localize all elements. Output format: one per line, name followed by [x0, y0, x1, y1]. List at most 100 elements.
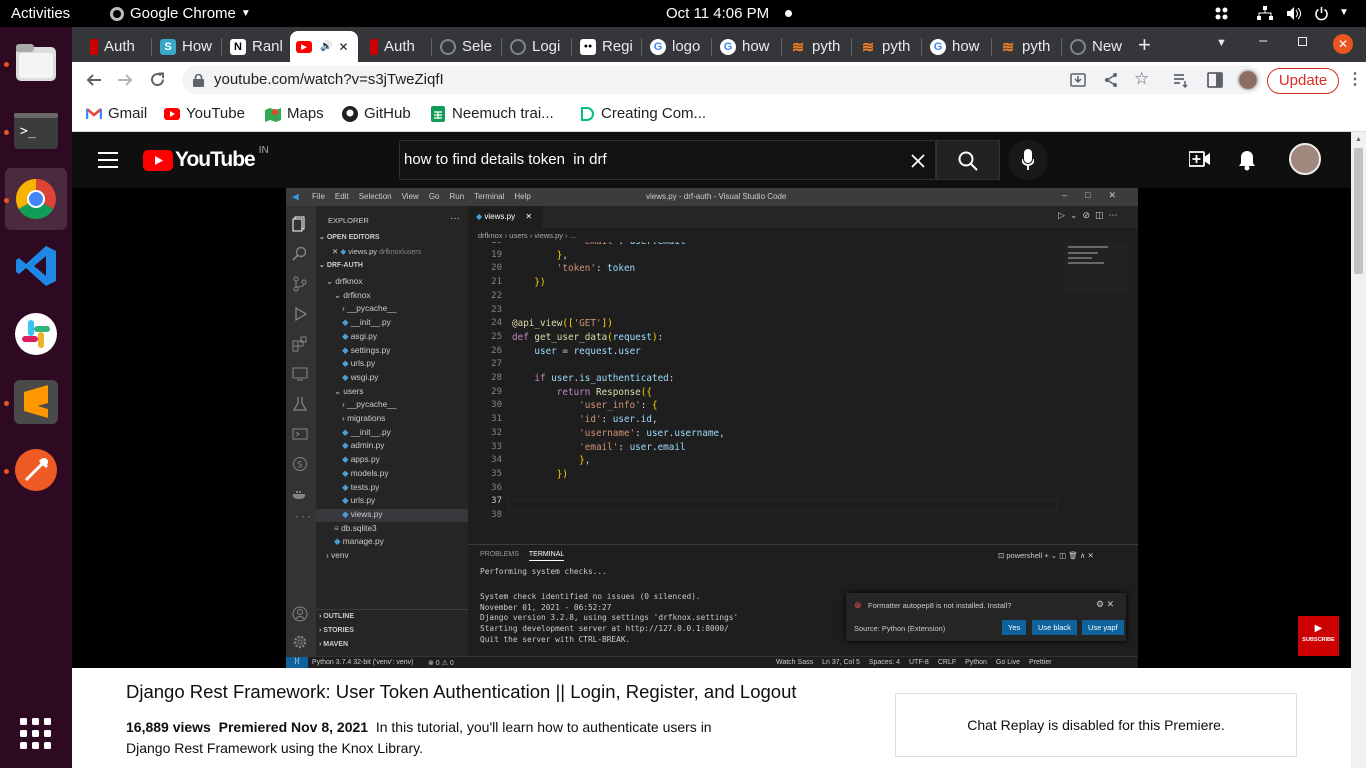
dock-vscode[interactable]	[5, 235, 67, 297]
error-icon: ⊗	[854, 600, 862, 610]
app-menu[interactable]: Google Chrome ▼	[110, 5, 251, 22]
stories-header: › STORIES	[319, 627, 354, 634]
voice-search-button[interactable]	[1008, 140, 1048, 180]
tab-14[interactable]: New	[1064, 31, 1126, 62]
tab-9[interactable]: Ghow	[714, 31, 776, 62]
tab-3[interactable]: ▶ 🔊 ✕	[290, 31, 358, 62]
back-icon[interactable]	[86, 72, 102, 88]
omnibox[interactable]: youtube.com/watch?v=s3jTweZiqfI ☆	[182, 66, 1262, 94]
system-menu-chevron-icon[interactable]: ▼	[1339, 7, 1349, 18]
bookmark-maps[interactable]: Maps	[265, 105, 324, 122]
dock-terminal[interactable]: >_	[5, 100, 67, 162]
dock-postman[interactable]	[5, 439, 67, 501]
N-icon: N	[230, 38, 246, 55]
bookmark-label: Gmail	[108, 105, 148, 122]
close-window-button[interactable]: ✕	[1333, 34, 1353, 54]
code-line: },	[556, 249, 568, 261]
search-input[interactable]: how to find details token in drf	[404, 151, 607, 168]
tab-11[interactable]: ≋ pyth	[854, 31, 916, 62]
clear-search-icon[interactable]	[911, 154, 925, 168]
minimize-button[interactable]: –	[1259, 32, 1267, 49]
file-tree-label: settings.py	[350, 344, 391, 355]
close-tab-icon[interactable]: ✕	[338, 40, 348, 54]
vscode-titlebar: ◀ File Edit Selection View Go Run Terminal Help…	[286, 188, 1138, 206]
reading-list-icon[interactable]	[1173, 72, 1189, 88]
tab-label: how	[742, 38, 770, 55]
dock-chrome[interactable]	[5, 168, 67, 230]
file-tree-label: migrations	[347, 413, 386, 423]
sidebar-bottom-panels: › OUTLINE › STORIES › MAVEN	[316, 609, 468, 648]
file-tree-item: ◆ manage.py	[316, 536, 468, 549]
dock-sublime-text[interactable]	[5, 371, 67, 433]
tab-separator	[501, 38, 502, 56]
scrollbar-thumb[interactable]	[1354, 148, 1363, 274]
page-scrollbar[interactable]: ▲	[1351, 132, 1366, 768]
github-icon	[342, 105, 358, 122]
activities-button[interactable]: Activities	[11, 5, 70, 22]
bookmark-youtube[interactable]: YouTube	[164, 105, 245, 122]
install-icon[interactable]	[1070, 72, 1086, 88]
profile-avatar[interactable]	[1237, 69, 1259, 91]
video-player[interactable]: ◀ File Edit Selection View Go Run Terminal Help…	[72, 188, 1351, 669]
bookmark-creating[interactable]: Creating Com...	[579, 105, 706, 122]
tab-8[interactable]: Glogo	[644, 31, 706, 62]
microphone-icon	[1022, 149, 1034, 170]
python-file-icon: ◆	[476, 212, 483, 221]
maximize-button[interactable]	[1298, 37, 1307, 46]
forward-icon[interactable]	[117, 72, 133, 88]
tab-search-chevron-icon[interactable]: ▼	[1216, 37, 1227, 49]
reload-icon[interactable]	[149, 71, 166, 88]
close-tab-icon: ✕	[525, 212, 533, 221]
youtube-logo[interactable]: YouTube IN	[143, 145, 269, 172]
clock[interactable]: Oct 11 4:06 PM	[666, 5, 769, 22]
file-tree-item: ◆ views.py	[316, 508, 468, 522]
vscode-menu-item: View	[401, 192, 419, 201]
tab-10[interactable]: ≋ pyth	[784, 31, 846, 62]
bookmark-github[interactable]: GitHub	[342, 105, 411, 122]
dock-show-applications[interactable]	[5, 703, 67, 765]
update-button[interactable]: Update	[1267, 68, 1339, 94]
subscribe-label: SUBSCRIBE	[1302, 637, 1335, 643]
tab-6[interactable]: Logi	[504, 31, 566, 62]
tab-12[interactable]: Ghow	[924, 31, 986, 62]
search-button[interactable]	[936, 140, 1000, 180]
bookmark-gmail[interactable]: Gmail	[86, 105, 147, 122]
video-title: Django Rest Framework: User Token Authen…	[126, 681, 797, 702]
subscribe-watermark[interactable]: ▶ SUBSCRIBE	[1298, 616, 1339, 656]
network-icon[interactable]	[1257, 6, 1273, 21]
tab-4[interactable]: Auth	[364, 31, 426, 62]
url-text[interactable]: youtube.com/watch?v=s3jTweZiqfI	[214, 71, 444, 88]
dock-slack[interactable]	[5, 303, 67, 365]
scroll-up-icon[interactable]: ▲	[1355, 136, 1362, 143]
chrome-menu-icon[interactable]: ⋮	[1347, 69, 1363, 89]
status-item: Spaces: 4	[868, 659, 900, 666]
maven-header: › MAVEN	[319, 641, 349, 648]
tab-1[interactable]: S How	[154, 31, 216, 62]
account-avatar[interactable]	[1289, 143, 1321, 175]
new-tab-button[interactable]: +	[1138, 32, 1151, 58]
create-video-icon[interactable]	[1189, 151, 1211, 168]
tab-label: Auth	[384, 38, 415, 55]
tab-2[interactable]: N Ranl	[224, 31, 286, 62]
side-panel-icon[interactable]	[1207, 72, 1223, 88]
python-file-icon: ◆	[342, 440, 351, 451]
volume-icon[interactable]	[1286, 6, 1302, 21]
tab-5[interactable]: Sele	[434, 31, 496, 62]
bookmark-neemuch[interactable]: Neemuch trai...	[430, 105, 554, 122]
notifications-bell-icon[interactable]	[1238, 150, 1256, 171]
tab-7[interactable]: ●● Regi	[574, 31, 636, 62]
file-tree-label: apps.py	[350, 454, 380, 465]
share-icon[interactable]	[1103, 72, 1119, 88]
globe-icon	[440, 38, 456, 55]
search-box[interactable]: how to find details token in drf	[399, 140, 936, 180]
hamburger-menu-icon[interactable]	[98, 152, 118, 168]
bookmarks-bar: Gmail YouTube Maps GitHub Neemuch trai..…	[72, 98, 1366, 132]
tab-13[interactable]: ≋ pyth	[994, 31, 1056, 62]
bookmark-star-icon[interactable]: ☆	[1134, 69, 1149, 89]
file-tree-item: › __pycache__	[316, 399, 468, 412]
line-number: 31	[491, 414, 502, 425]
dock-files[interactable]	[5, 32, 67, 94]
tab-0[interactable]: Auth	[84, 31, 146, 62]
slack-tray-icon[interactable]	[1214, 6, 1229, 21]
power-icon[interactable]	[1314, 6, 1329, 21]
